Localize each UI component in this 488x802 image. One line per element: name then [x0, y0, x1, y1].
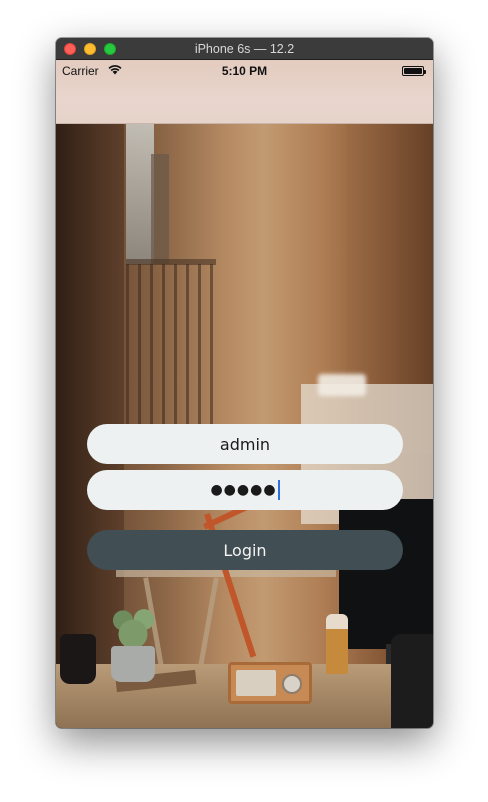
username-field[interactable]: admin — [87, 424, 403, 464]
login-form: admin ●●●●● Login — [56, 60, 433, 728]
text-caret — [277, 480, 280, 500]
password-field[interactable]: ●●●●● — [87, 470, 403, 510]
password-value: ●●●●● — [210, 482, 277, 498]
username-value: admin — [219, 434, 271, 454]
window-title: iPhone 6s — 12.2 — [194, 42, 295, 56]
login-button[interactable]: Login — [87, 530, 403, 570]
device-screen: Carrier 5:10 PM admin ●●●●● Login — [56, 60, 433, 728]
window-titlebar[interactable]: iPhone 6s — 12.2 — [56, 38, 433, 60]
simulator-window: iPhone 6s — 12.2 Carrier 5:10 PM admin ●… — [56, 38, 433, 728]
login-button-label: Login — [223, 540, 267, 560]
